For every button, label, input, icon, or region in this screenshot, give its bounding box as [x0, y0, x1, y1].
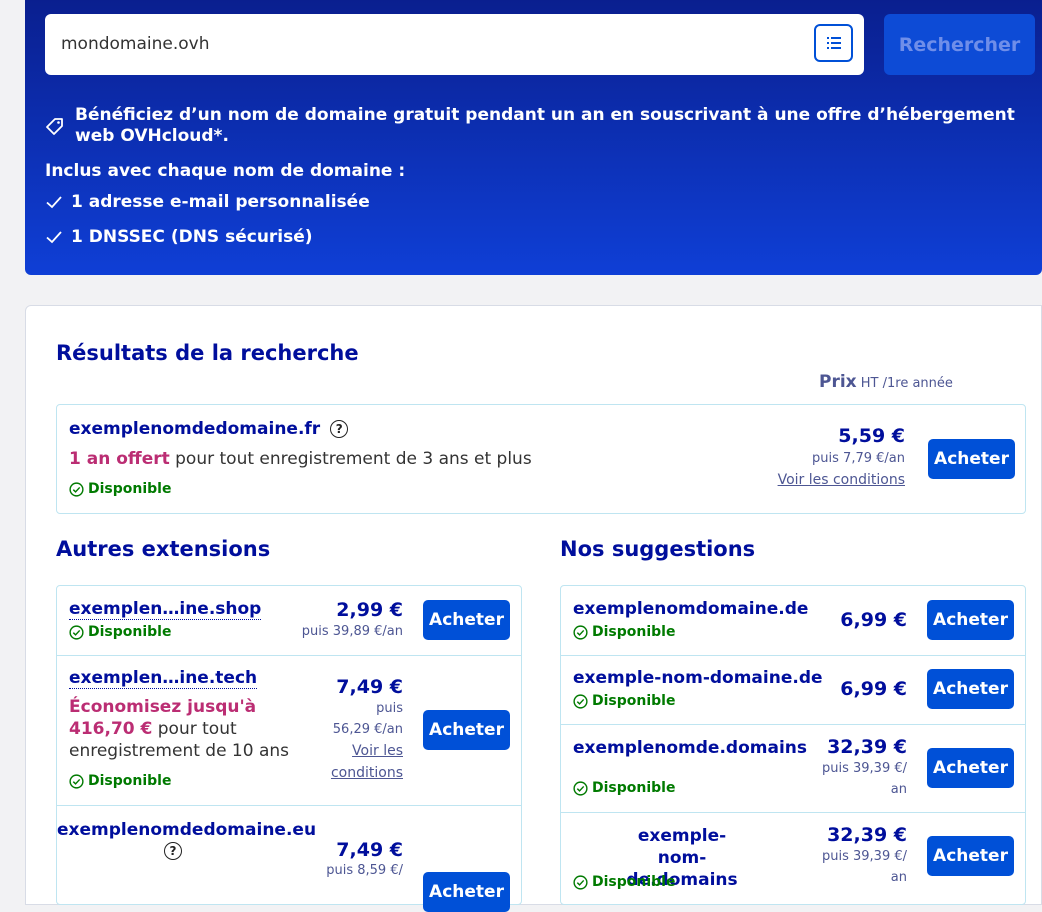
search-hero: Rechercher Bénéficiez d’un nom de domain…: [25, 0, 1042, 275]
status-badge: Disponible: [573, 874, 675, 890]
list-item: exemplen…ine.tech Économisez jusqu'à 416…: [57, 656, 521, 806]
search-button[interactable]: Rechercher: [884, 14, 1035, 75]
price: 5,59 €: [838, 425, 905, 447]
results-card: Résultats de la recherche Prix HT /1re a…: [25, 305, 1042, 912]
price: 7,49 €: [336, 676, 403, 698]
domain-name: exemplenomdomaine.de: [573, 599, 809, 619]
status-text: Disponible: [88, 481, 172, 497]
status-badge: Disponible: [69, 624, 171, 640]
offer-line: 1 an offert pour tout enregistrement de …: [69, 449, 532, 469]
buy-button[interactable]: Acheter: [927, 836, 1014, 876]
status-text: Disponible: [592, 624, 676, 640]
status-badge: Disponible: [573, 624, 675, 640]
renewal-price: puis 39,89 €/an: [301, 624, 403, 639]
price-unit: HT /1re année: [860, 376, 953, 391]
list-item: exemplenomdedomaine.eu ? 7,49 € puis 8,5…: [57, 806, 521, 912]
renewal-price: puis 39,39 €/: [821, 849, 907, 864]
check-circle-icon: [69, 624, 84, 640]
price-header: Prix HT /1re année: [819, 372, 953, 392]
status-badge: Disponible: [69, 773, 171, 789]
buy-button[interactable]: Acheter: [423, 600, 510, 640]
price: 7,49 €: [336, 839, 403, 861]
check-circle-icon: [69, 773, 84, 789]
status-text: Disponible: [88, 624, 172, 640]
help-icon[interactable]: ?: [164, 842, 182, 860]
check-circle-icon: [573, 693, 588, 709]
search-input[interactable]: [61, 30, 801, 58]
price: 32,39 €: [827, 736, 907, 758]
help-icon[interactable]: ?: [330, 420, 349, 438]
list-item: exemplenomdomaine.de Disponible 6,99 € A…: [561, 586, 1025, 656]
list-item: exemplen…ine.shop Disponible 2,99 € puis…: [57, 586, 521, 656]
status-text: Disponible: [592, 874, 676, 890]
price: 6,99 €: [840, 609, 907, 631]
status-badge: Disponible: [573, 780, 675, 796]
list-item: exemplenomde.domains Disponible 32,39 € …: [561, 725, 1025, 813]
results-title: Résultats de la recherche: [56, 341, 359, 365]
domain-name: exemple-nom-domaine.de: [573, 668, 823, 688]
status-text: Disponible: [592, 693, 676, 709]
domain-name: exemplenomdedomaine.fr: [69, 419, 321, 439]
check-circle-icon: [573, 780, 588, 796]
renewal-price: an: [890, 870, 907, 885]
tag-icon: [46, 118, 63, 135]
renewal-price: puis 7,79 €/an: [812, 451, 905, 466]
included-item: 1 DNSSEC (DNS sécurisé): [45, 227, 313, 247]
status-badge: Disponible: [69, 481, 171, 497]
buy-button[interactable]: Acheter: [928, 439, 1015, 479]
domain-line: exemple-nom-: [637, 826, 727, 868]
price: 6,99 €: [840, 678, 907, 700]
other-extensions-title: Autres extensions: [56, 537, 271, 561]
suggestions-title: Nos suggestions: [560, 537, 756, 561]
status-badge: Disponible: [573, 693, 675, 709]
search-box: [45, 14, 864, 75]
included-title: Inclus avec chaque nom de domaine :: [45, 161, 406, 181]
renewal-price: 56,29 €/an: [332, 722, 403, 737]
list-icon: [826, 37, 841, 49]
domain-name: exemplen…ine.shop: [69, 599, 262, 620]
conditions-link[interactable]: conditions: [331, 765, 403, 781]
offer-highlight: 1 an offert: [69, 449, 170, 469]
buy-button[interactable]: Acheter: [927, 669, 1014, 709]
offer-text: pour tout enregistrement de 3 ans et plu…: [175, 449, 532, 469]
renewal-price: puis 39,39 €/: [821, 761, 907, 776]
domain-name: exemplenomde.domains: [573, 738, 807, 758]
other-extensions-list: exemplen…ine.shop Disponible 2,99 € puis…: [56, 585, 522, 912]
included-item: 1 adresse e-mail personnalisée: [45, 192, 370, 212]
conditions-link[interactable]: Voir les conditions: [778, 472, 905, 488]
price-label: Prix: [819, 372, 857, 392]
list-item: exemple-nom-domaine.de Disponible 6,99 €…: [561, 656, 1025, 725]
included-item-label: 1 adresse e-mail personnalisée: [71, 192, 370, 212]
price: 32,39 €: [827, 824, 907, 846]
renewal-price: puis 8,59 €/: [326, 863, 403, 878]
included-item-label: 1 DNSSEC (DNS sécurisé): [71, 227, 313, 247]
buy-button[interactable]: Acheter: [423, 872, 510, 912]
check-icon: [46, 196, 62, 209]
check-circle-icon: [573, 624, 588, 640]
check-circle-icon: [69, 481, 84, 497]
main-result: exemplenomdedomaine.fr ? 1 an offert pou…: [56, 404, 1026, 514]
bulk-search-button[interactable]: [814, 24, 853, 62]
buy-button[interactable]: Acheter: [927, 748, 1014, 788]
conditions-link[interactable]: Voir les: [352, 743, 403, 759]
status-text: Disponible: [88, 773, 172, 789]
buy-button[interactable]: Acheter: [927, 600, 1014, 640]
domain-name: exemplen…ine.tech: [69, 668, 258, 689]
buy-button[interactable]: Acheter: [423, 710, 510, 750]
promo-banner: Bénéficiez d’un nom de domaine gratuit p…: [45, 105, 1025, 147]
promo-text: Bénéficiez d’un nom de domaine gratuit p…: [75, 105, 1015, 146]
suggestions-list: exemplenomdomaine.de Disponible 6,99 € A…: [560, 585, 1026, 905]
status-text: Disponible: [592, 780, 676, 796]
list-item: exemple-nom- de.domains Disponible 32,39…: [561, 813, 1025, 906]
offer-line: Économisez jusqu'à 416,70 € pour tout en…: [69, 696, 309, 762]
renewal-price: puis: [376, 701, 403, 716]
price: 2,99 €: [336, 599, 403, 621]
check-icon: [46, 231, 62, 244]
domain-name: exemplenomdedomaine.eu: [57, 820, 317, 840]
renewal-price: an: [890, 782, 907, 797]
